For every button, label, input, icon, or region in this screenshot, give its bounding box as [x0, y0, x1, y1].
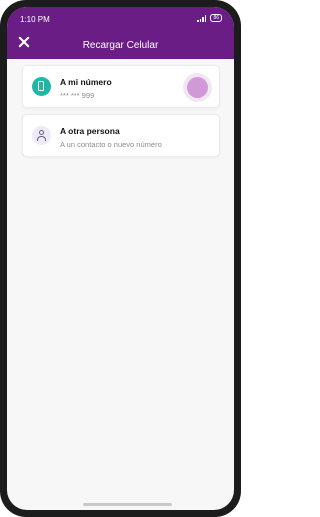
signal-icon [197, 14, 207, 22]
option-subtitle: A un contacto o nuevo número [60, 140, 162, 149]
battery-icon: 86 [210, 14, 222, 22]
touch-ripple [183, 73, 212, 102]
phone-icon [32, 77, 51, 96]
person-icon [32, 126, 51, 145]
device-frame: 1:10 PM 86 Recargar Celular A mi número … [0, 0, 241, 517]
option-other-person[interactable]: A otra persona A un contacto o nuevo núm… [22, 114, 220, 157]
option-label: A mi número [60, 77, 112, 87]
option-label: A otra persona [60, 126, 120, 136]
home-indicator[interactable] [83, 503, 172, 506]
screen: 1:10 PM 86 Recargar Celular A mi número … [7, 7, 234, 510]
page-title: Recargar Celular [82, 40, 159, 51]
option-my-number[interactable]: A mi número *** *** 999 [22, 65, 220, 108]
status-time: 1:10 PM [20, 15, 50, 24]
status-icons: 86 [197, 14, 222, 22]
option-subtitle: *** *** 999 [60, 91, 95, 100]
status-bar: 1:10 PM 86 [7, 7, 234, 29]
app-bar: Recargar Celular [7, 29, 234, 59]
